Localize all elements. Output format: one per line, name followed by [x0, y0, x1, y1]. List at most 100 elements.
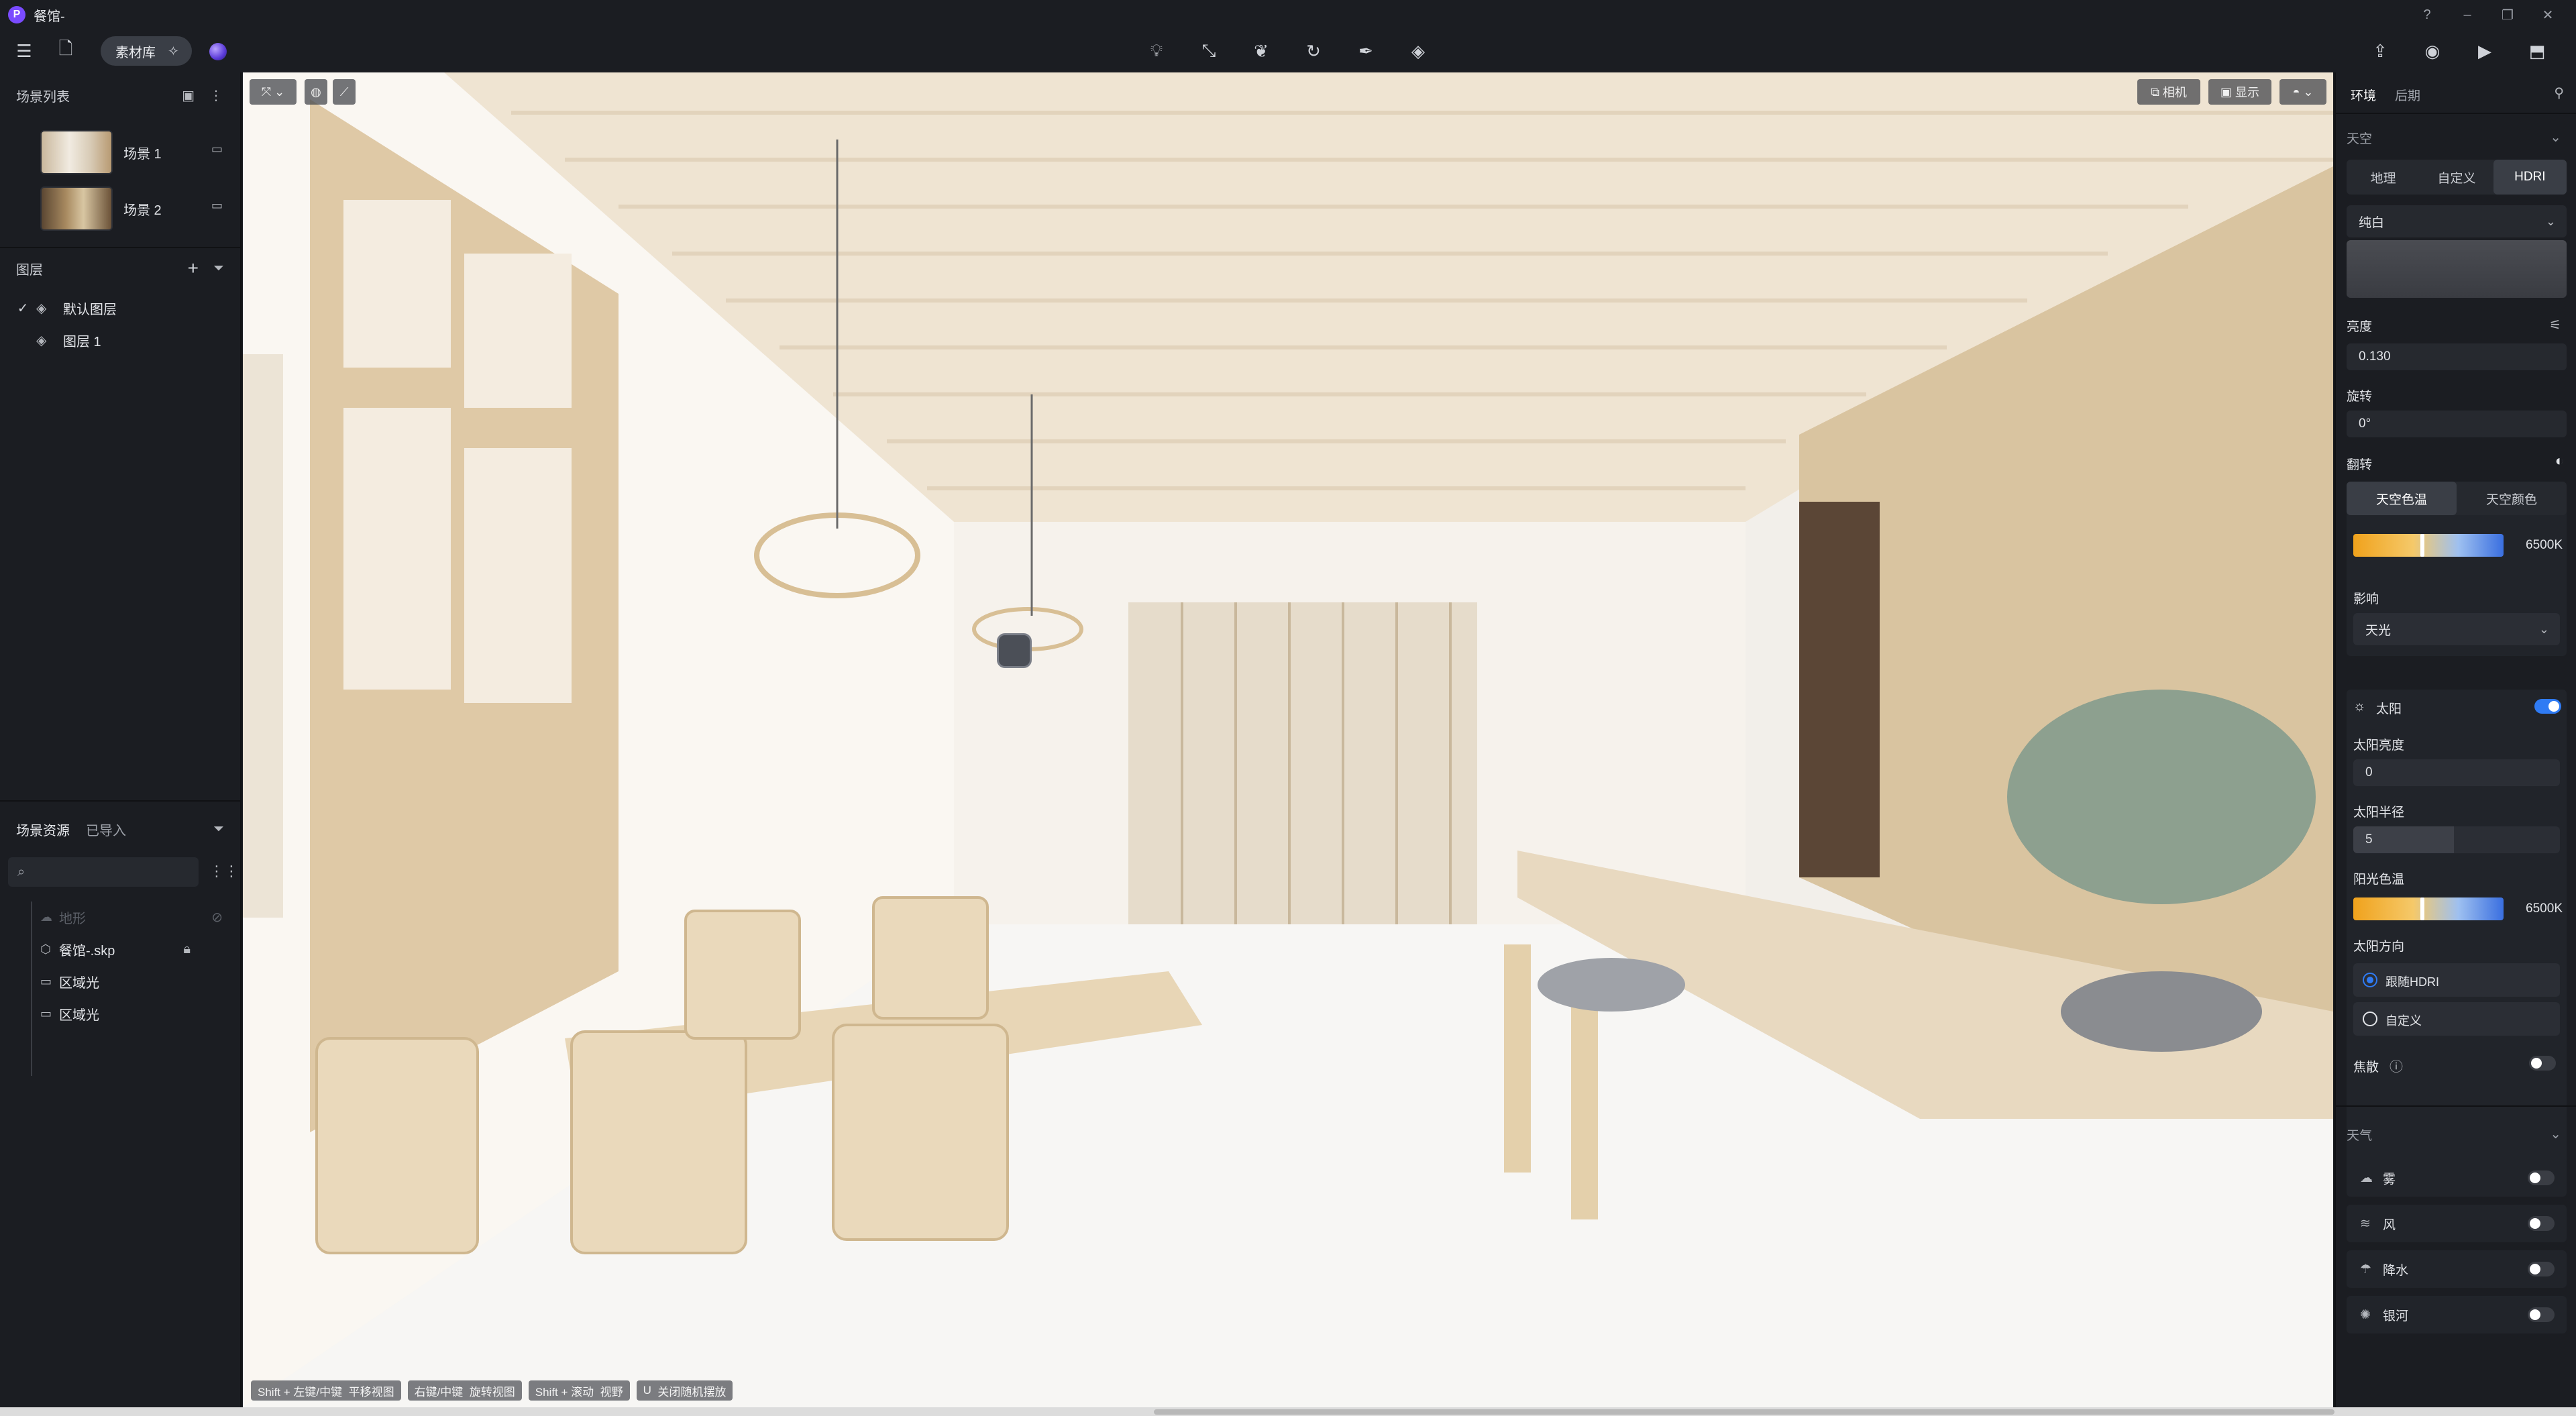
sun-direction-option-hdri[interactable]: 跟随HDRI — [2353, 963, 2560, 997]
display-button[interactable]: ▣ 显示 — [2208, 79, 2271, 105]
render-mode-button[interactable]: ◓ ⌄ — [2279, 79, 2326, 105]
close-icon[interactable]: ✕ — [2528, 7, 2568, 23]
wind-toggle[interactable] — [2528, 1216, 2555, 1231]
horizontal-scrollbar[interactable] — [1154, 1409, 2334, 1415]
contrast-icon[interactable]: ◐ — [2555, 452, 2564, 470]
weather-label: 降水 — [2383, 1263, 2409, 1278]
tab-environment[interactable]: 环境 — [2351, 86, 2376, 104]
layer-row[interactable]: ✓ ◈ 默认图层 — [0, 292, 241, 323]
divider — [0, 800, 241, 802]
hdri-preset-select[interactable]: 纯白 ⌄ — [2347, 205, 2567, 237]
layers-icon[interactable]: ◈ — [1403, 36, 1433, 66]
pen-icon[interactable]: ✒ — [1351, 36, 1381, 66]
sun-direction-option-custom[interactable]: 自定义 — [2353, 1002, 2560, 1036]
adjust-icon[interactable]: ⚟ — [2549, 317, 2561, 333]
sky-temperature-slider[interactable] — [2353, 534, 2504, 557]
add-scene-icon[interactable]: ▣ — [182, 87, 195, 104]
chevron-down-icon[interactable]: ⌄ — [2550, 129, 2561, 146]
caustics-toggle[interactable] — [2529, 1056, 2556, 1071]
export-icon[interactable]: ⇪ — [2365, 36, 2395, 66]
layer-row[interactable]: ◈ 图层 1 — [0, 325, 241, 356]
path-icon[interactable]: ⤡ — [1194, 36, 1224, 66]
collapse-icon[interactable]: ⏷ — [213, 822, 224, 837]
sun-radius-label: 太阳半径 — [2353, 806, 2405, 820]
ai-orb-icon[interactable] — [209, 43, 227, 60]
hidden-eye-icon[interactable]: ⊘ — [211, 909, 223, 926]
rain-toggle[interactable] — [2528, 1262, 2555, 1276]
sun-toggle[interactable] — [2534, 699, 2561, 714]
camera-icon[interactable]: ◉ — [2418, 36, 2447, 66]
lock-icon[interactable]: 🔒︎ — [183, 942, 191, 957]
radio-unselected[interactable] — [2363, 1012, 2377, 1026]
slider-thumb[interactable] — [2420, 897, 2424, 920]
menu-icon[interactable]: ☰ — [9, 36, 39, 66]
scene-item[interactable]: 场景 1 ▭ — [40, 129, 235, 176]
save-icon[interactable]: ⬒ — [2522, 36, 2552, 66]
weather-section-title: 天气 — [2347, 1129, 2373, 1143]
camera-icon[interactable]: ▭ — [211, 199, 223, 213]
rotation-input[interactable]: 0° — [2347, 411, 2567, 437]
leaf-icon[interactable]: ❦ — [1246, 36, 1276, 66]
tab-sky-color[interactable]: 天空颜色 — [2457, 482, 2567, 515]
camera-icon[interactable]: ▭ — [211, 142, 223, 156]
influence-value: 天光 — [2365, 623, 2392, 638]
fog-toggle[interactable] — [2528, 1170, 2555, 1185]
resource-label: 区域光 — [59, 1007, 99, 1023]
weather-label: 风 — [2383, 1217, 2396, 1232]
sun-brightness-input[interactable]: 0 — [2353, 759, 2560, 786]
material-library-button[interactable]: 素材库 ✧ — [101, 36, 192, 66]
display-icon: ▣ — [2220, 85, 2235, 99]
resource-search-input[interactable]: ⌕ — [8, 857, 199, 887]
sky-mode-geo[interactable]: 地理 — [2347, 160, 2420, 195]
tab-sky-temperature[interactable]: 天空色温 — [2347, 482, 2457, 515]
influence-select[interactable]: 天光 ⌄ — [2353, 613, 2560, 645]
sun-radius-input[interactable]: 5 — [2353, 826, 2560, 853]
terrain-icon: ☁ — [40, 910, 52, 924]
globe-icon[interactable]: ◍ — [305, 79, 327, 105]
more-icon[interactable]: ⋮ — [209, 87, 223, 104]
measure-icon[interactable]: ⟋ — [333, 79, 356, 105]
tab-scene-resources[interactable]: 场景资源 — [16, 820, 70, 839]
sky-mode-custom[interactable]: 自定义 — [2420, 160, 2493, 195]
scene-item[interactable]: 场景 2 ▭ — [40, 185, 235, 232]
resource-item[interactable]: ▭ 区域光 — [40, 966, 235, 997]
resource-item[interactable]: ⬡ 餐馆-.skp 🔒︎ — [40, 934, 235, 965]
slider-thumb[interactable] — [2420, 534, 2424, 557]
light-icon[interactable]: 💡︎ — [1142, 36, 1171, 66]
tab-imported[interactable]: 已导入 — [86, 820, 126, 839]
resource-item[interactable]: ▭ 区域光 — [40, 998, 235, 1029]
render-viewport[interactable]: ⤧ ⌄ ◍ ⟋ ⧉ 相机 ▣ 显示 ◓ ⌄ Shift + 左键/中键 平移视图… — [243, 72, 2333, 1407]
chevron-down-icon[interactable]: ⌄ — [2550, 1126, 2561, 1142]
help-icon[interactable]: ⓘ — [2390, 1056, 2403, 1075]
minimize-icon[interactable]: – — [2447, 7, 2487, 23]
tab-post[interactable]: 后期 — [2395, 86, 2420, 104]
resource-item[interactable]: ☁ 地形 ⊘ — [40, 902, 235, 932]
weather-galaxy-row[interactable]: ✺ 银河 — [2347, 1296, 2567, 1333]
weather-rain-row[interactable]: ☂ 降水 — [2347, 1250, 2567, 1288]
radio-selected[interactable] — [2363, 973, 2377, 987]
rotate-icon[interactable]: ↻ — [1299, 36, 1328, 66]
sun-temperature-slider[interactable] — [2353, 897, 2504, 920]
grid-view-icon[interactable]: ⋮⋮ — [209, 863, 239, 880]
brightness-input[interactable]: 0.130 — [2347, 343, 2567, 370]
weather-wind-row[interactable]: ≋ 风 — [2347, 1205, 2567, 1242]
placement-gizmo[interactable] — [997, 633, 1032, 668]
transform-tool-button[interactable]: ⤧ ⌄ — [250, 79, 297, 105]
weather-fog-row[interactable]: ☁ 雾 — [2347, 1159, 2567, 1197]
sky-mode-hdri[interactable]: HDRI — [2493, 160, 2567, 195]
collapse-icon[interactable]: ⏷ — [213, 261, 224, 276]
environment-panel: 环境 后期 ⚲ 天空 ⌄ 地理 自定义 HDRI 纯白 ⌄ 亮度 ⚟ 0.130… — [2334, 72, 2576, 1407]
check-icon[interactable]: ✓ — [9, 300, 36, 317]
display-button-label: 显示 — [2235, 86, 2259, 99]
weather-label: 银河 — [2383, 1309, 2409, 1323]
pin-icon[interactable]: ⚲ — [2554, 85, 2564, 101]
restore-icon[interactable]: ❐ — [2487, 7, 2528, 23]
camera-button[interactable]: ⧉ 相机 — [2137, 79, 2200, 105]
galaxy-toggle[interactable] — [2528, 1307, 2555, 1322]
resource-label: 地形 — [59, 911, 86, 926]
layers-title: 图层 — [16, 262, 43, 278]
video-icon[interactable]: ▶ — [2470, 36, 2500, 66]
new-file-icon[interactable]: 🗋 — [51, 36, 80, 66]
help-icon[interactable]: ? — [2407, 7, 2447, 23]
add-layer-icon[interactable]: + — [188, 258, 199, 279]
